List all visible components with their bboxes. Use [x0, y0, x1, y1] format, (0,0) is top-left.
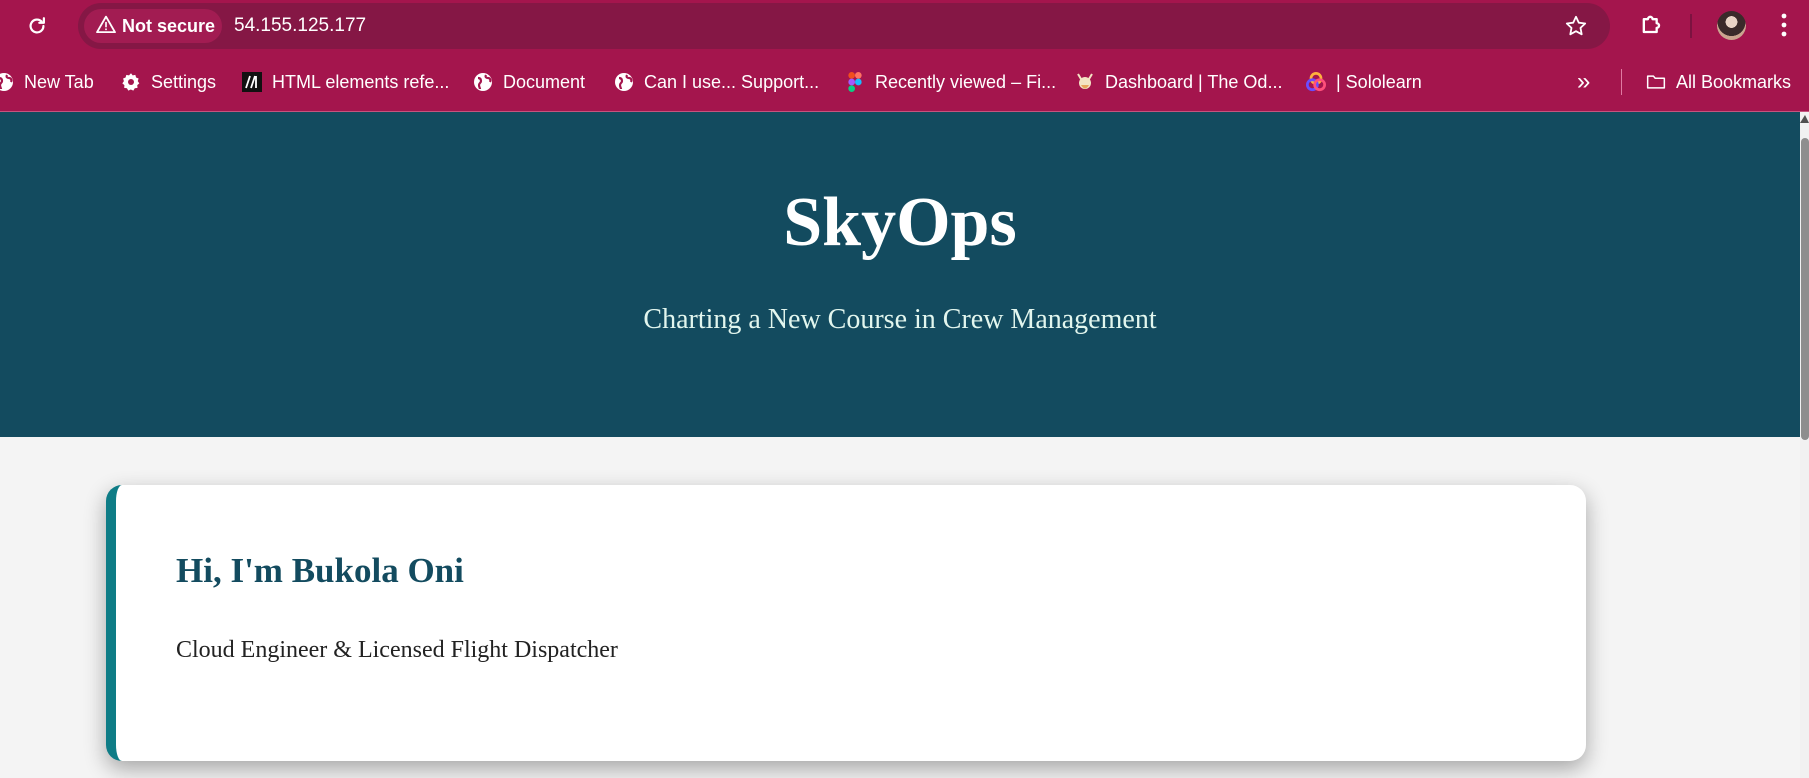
bookmarks-bar: New Tab Settings HTML elements refe... D…: [0, 52, 1809, 112]
globe-icon: [473, 72, 493, 92]
intro-card: Hi, I'm Bukola Oni Cloud Engineer & Lice…: [106, 485, 1586, 761]
intro-heading: Hi, I'm Bukola Oni: [176, 551, 464, 590]
gear-icon: [121, 72, 141, 92]
security-chip[interactable]: Not secure: [84, 9, 222, 43]
security-label: Not secure: [122, 15, 216, 36]
site-subtitle: Charting a New Course in Crew Management: [643, 304, 1157, 335]
odin-icon: [1075, 72, 1095, 92]
browser-toolbar: Not secure 54.155.125.177: [0, 0, 1809, 52]
kebab-menu-icon[interactable]: [1780, 12, 1788, 43]
hero-banner: SkyOps Charting a New Course in Crew Man…: [0, 112, 1800, 437]
address-bar[interactable]: Not secure 54.155.125.177: [78, 3, 1610, 49]
scroll-up-arrow-icon[interactable]: [1800, 115, 1809, 123]
bookmark-html-elements[interactable]: HTML elements refe...: [242, 66, 449, 98]
bookmark-star-icon[interactable]: [1564, 14, 1588, 43]
bookmark-document[interactable]: Document: [473, 66, 585, 98]
page-scrollbar[interactable]: [1800, 112, 1809, 778]
bookmark-sololearn[interactable]: | Sololearn: [1306, 66, 1422, 98]
sololearn-icon: [1306, 72, 1326, 92]
globe-icon: [614, 72, 634, 92]
bookmarks-overflow-button[interactable]: »: [1577, 66, 1590, 98]
globe-icon: [0, 72, 14, 92]
all-bookmarks-button[interactable]: All Bookmarks: [1646, 66, 1791, 98]
scrollbar-thumb[interactable]: [1801, 138, 1809, 440]
bookmark-odin-dashboard[interactable]: Dashboard | The Od...: [1075, 66, 1282, 98]
profile-avatar[interactable]: [1717, 11, 1746, 40]
warning-icon: [96, 15, 116, 38]
figma-icon: [845, 72, 865, 92]
bookmark-figma[interactable]: Recently viewed – Fi...: [845, 66, 1056, 98]
site-title: SkyOps: [783, 184, 1017, 261]
reload-icon[interactable]: [22, 12, 52, 40]
toolbar-divider: [1690, 14, 1692, 38]
bookmark-can-i-use[interactable]: Can I use... Support...: [614, 66, 819, 98]
bookmark-new-tab[interactable]: New Tab: [0, 66, 94, 98]
mdn-icon: [242, 72, 262, 92]
url-text[interactable]: 54.155.125.177: [234, 15, 366, 37]
bookmarks-divider: [1621, 69, 1622, 95]
extensions-puzzle-icon[interactable]: [1638, 11, 1666, 44]
folder-icon: [1646, 72, 1666, 92]
bookmark-settings[interactable]: Settings: [121, 66, 216, 98]
intro-tagline: Cloud Engineer & Licensed Flight Dispatc…: [176, 637, 618, 663]
